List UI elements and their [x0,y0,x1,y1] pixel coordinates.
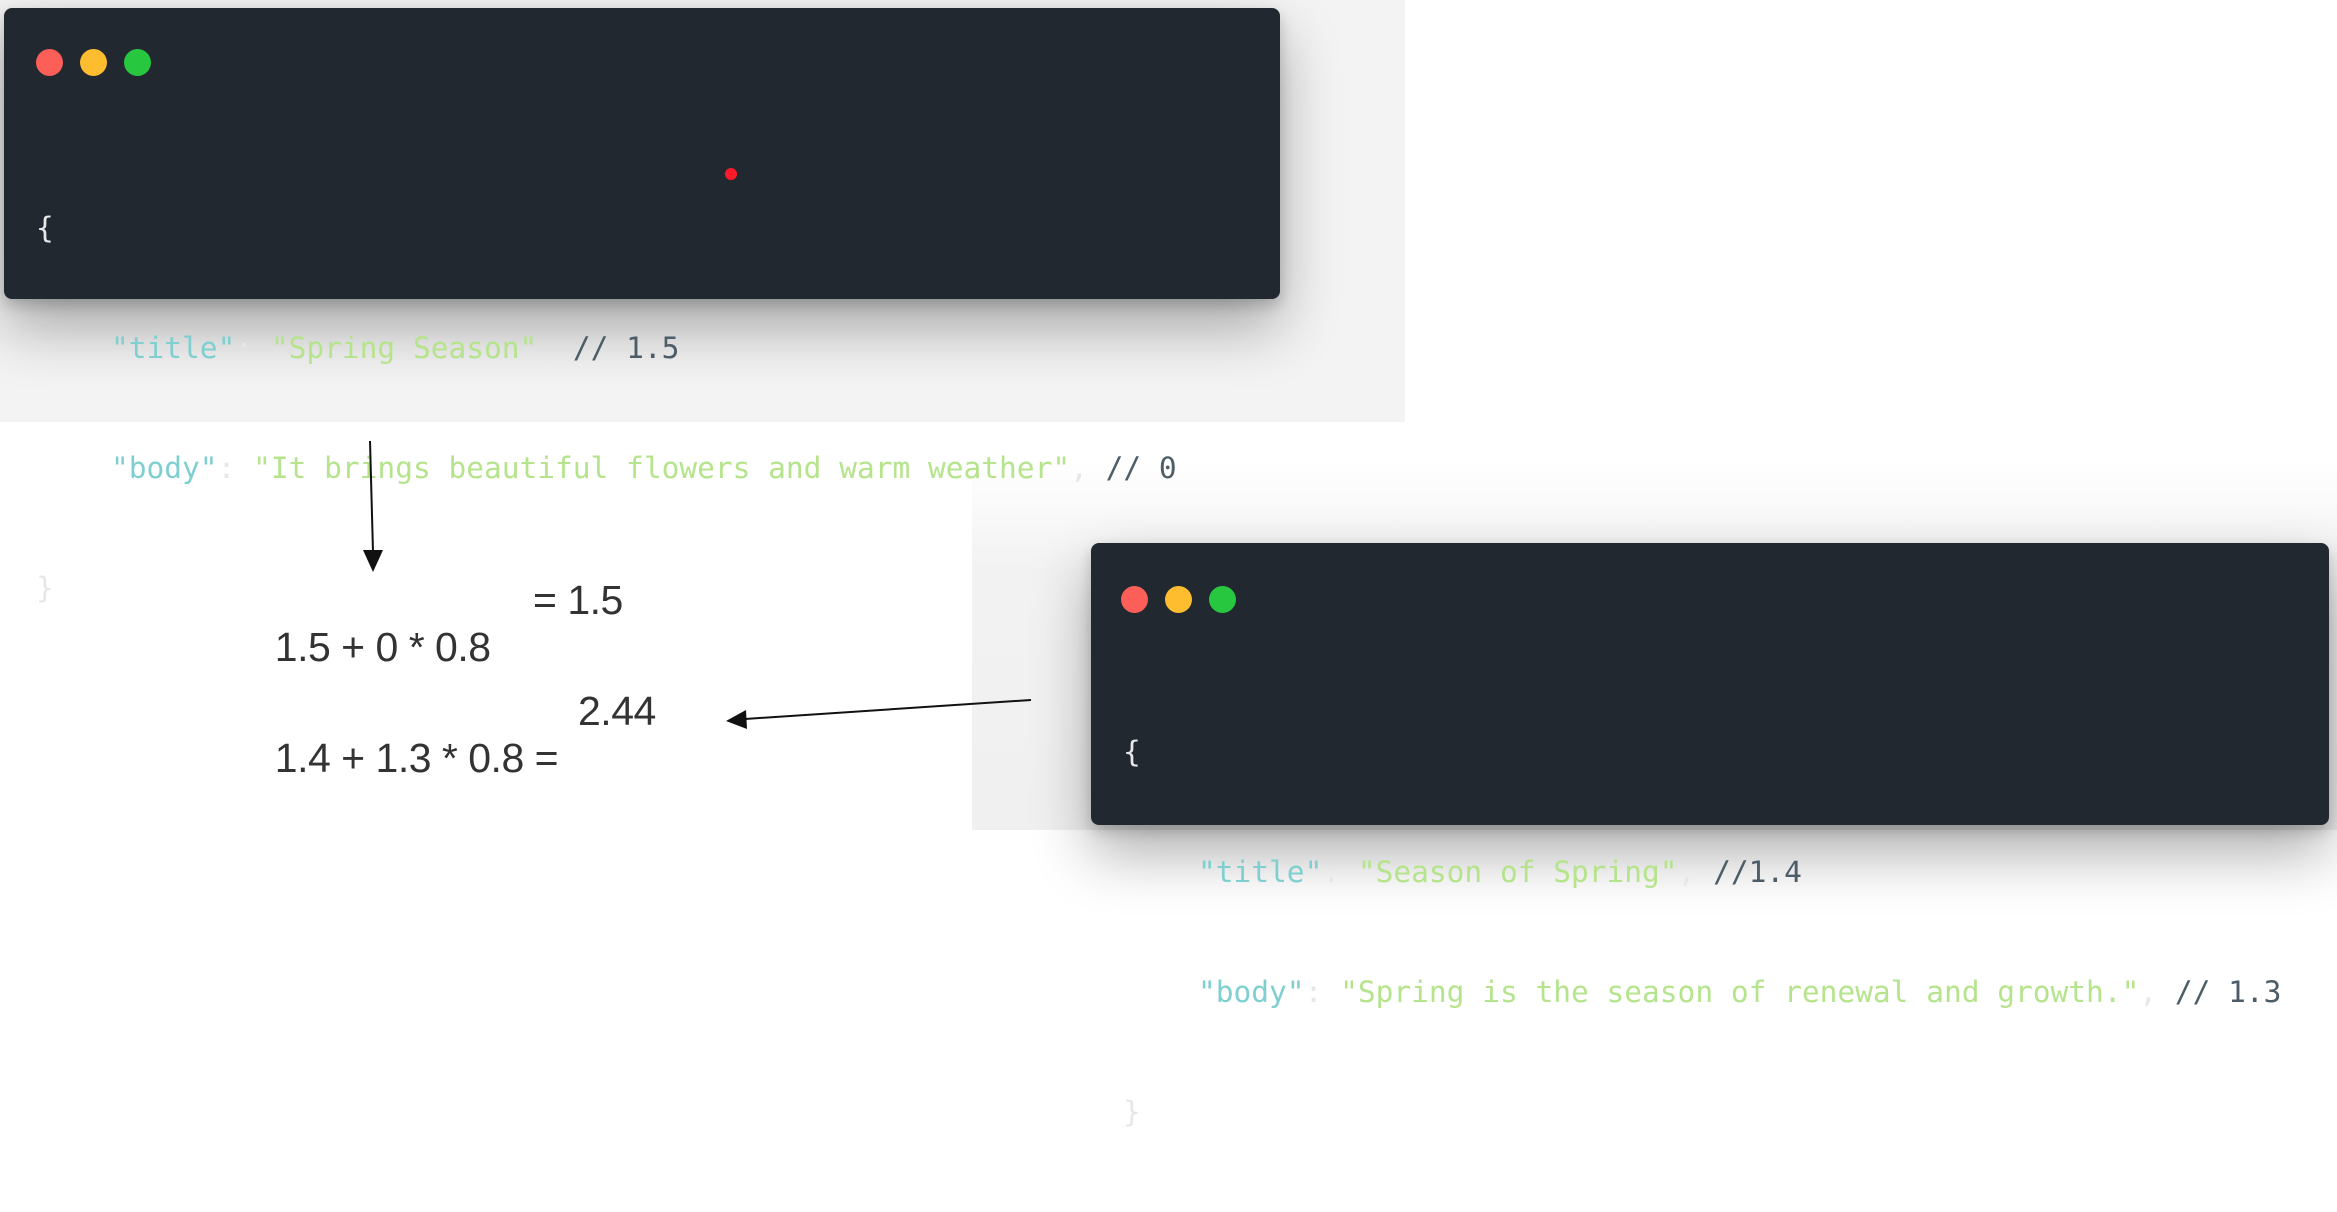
body-key: "body" [111,451,218,485]
title-line: "title": "Spring Season", // 1.5 [36,328,1177,368]
colon: : [1322,855,1358,889]
comma: , [1677,855,1714,889]
formula-result: = 1.5 [533,577,623,623]
comma: , [537,331,573,365]
open-brace: { [1123,735,1141,769]
minimize-dot-icon[interactable] [80,49,107,76]
formula-combined-weighted: 1.4 + 1.3 * 0.8 = 2.44 [253,688,657,829]
maximize-dot-icon[interactable] [1209,586,1236,613]
title-score-comment: //1.4 [1713,855,1802,889]
formula-expression: 1.4 + 1.3 * 0.8 = [274,735,559,781]
colon: : [1304,975,1341,1009]
close-dot-icon[interactable] [36,49,63,76]
close-brace-line: } [1123,1092,2281,1132]
colon: : [217,451,254,485]
title-key: "title" [111,331,236,365]
formula-result: 2.44 [578,688,656,734]
body-value: "It brings beautiful flowers and warm we… [253,451,1071,485]
colon: : [235,331,271,365]
body-line: "body": "Spring is the season of renewal… [1123,972,2281,1012]
body-score-comment: // 0 [1105,451,1177,485]
close-brace: } [36,571,54,605]
title-value: "Spring Season" [270,331,538,365]
window-controls [36,49,151,76]
close-brace: } [1123,1095,1141,1129]
top-code-window: { "title": "Spring Season", // 1.5 "body… [4,8,1280,605]
open-brace-line: { [36,208,1177,248]
title-value: "Season of Spring" [1357,855,1678,889]
body-score-comment: // 1.3 [2174,975,2282,1009]
open-brace-line: { [1123,732,2281,772]
title-score-comment: // 1.5 [572,331,680,365]
window-controls [1121,586,1236,613]
open-brace: { [36,211,54,245]
comma: , [2139,975,2175,1009]
cursor-marker-icon [725,168,737,180]
body-line: "body": "It brings beautiful flowers and… [36,448,1177,488]
formula-expression: 1.5 + 0 * 0.8 [274,624,491,670]
comma: , [1070,451,1106,485]
bottom-code-window: { "title": "Season of Spring", //1.4 "bo… [1091,543,2329,1129]
json-code-block: { "title": "Season of Spring", //1.4 "bo… [1123,652,2281,1212]
body-value: "Spring is the season of renewal and gro… [1340,975,2140,1009]
title-line: "title": "Season of Spring", //1.4 [1123,852,2281,892]
body-key: "body" [1198,975,1305,1009]
minimize-dot-icon[interactable] [1165,586,1192,613]
close-dot-icon[interactable] [1121,586,1148,613]
maximize-dot-icon[interactable] [124,49,151,76]
title-key: "title" [1198,855,1323,889]
